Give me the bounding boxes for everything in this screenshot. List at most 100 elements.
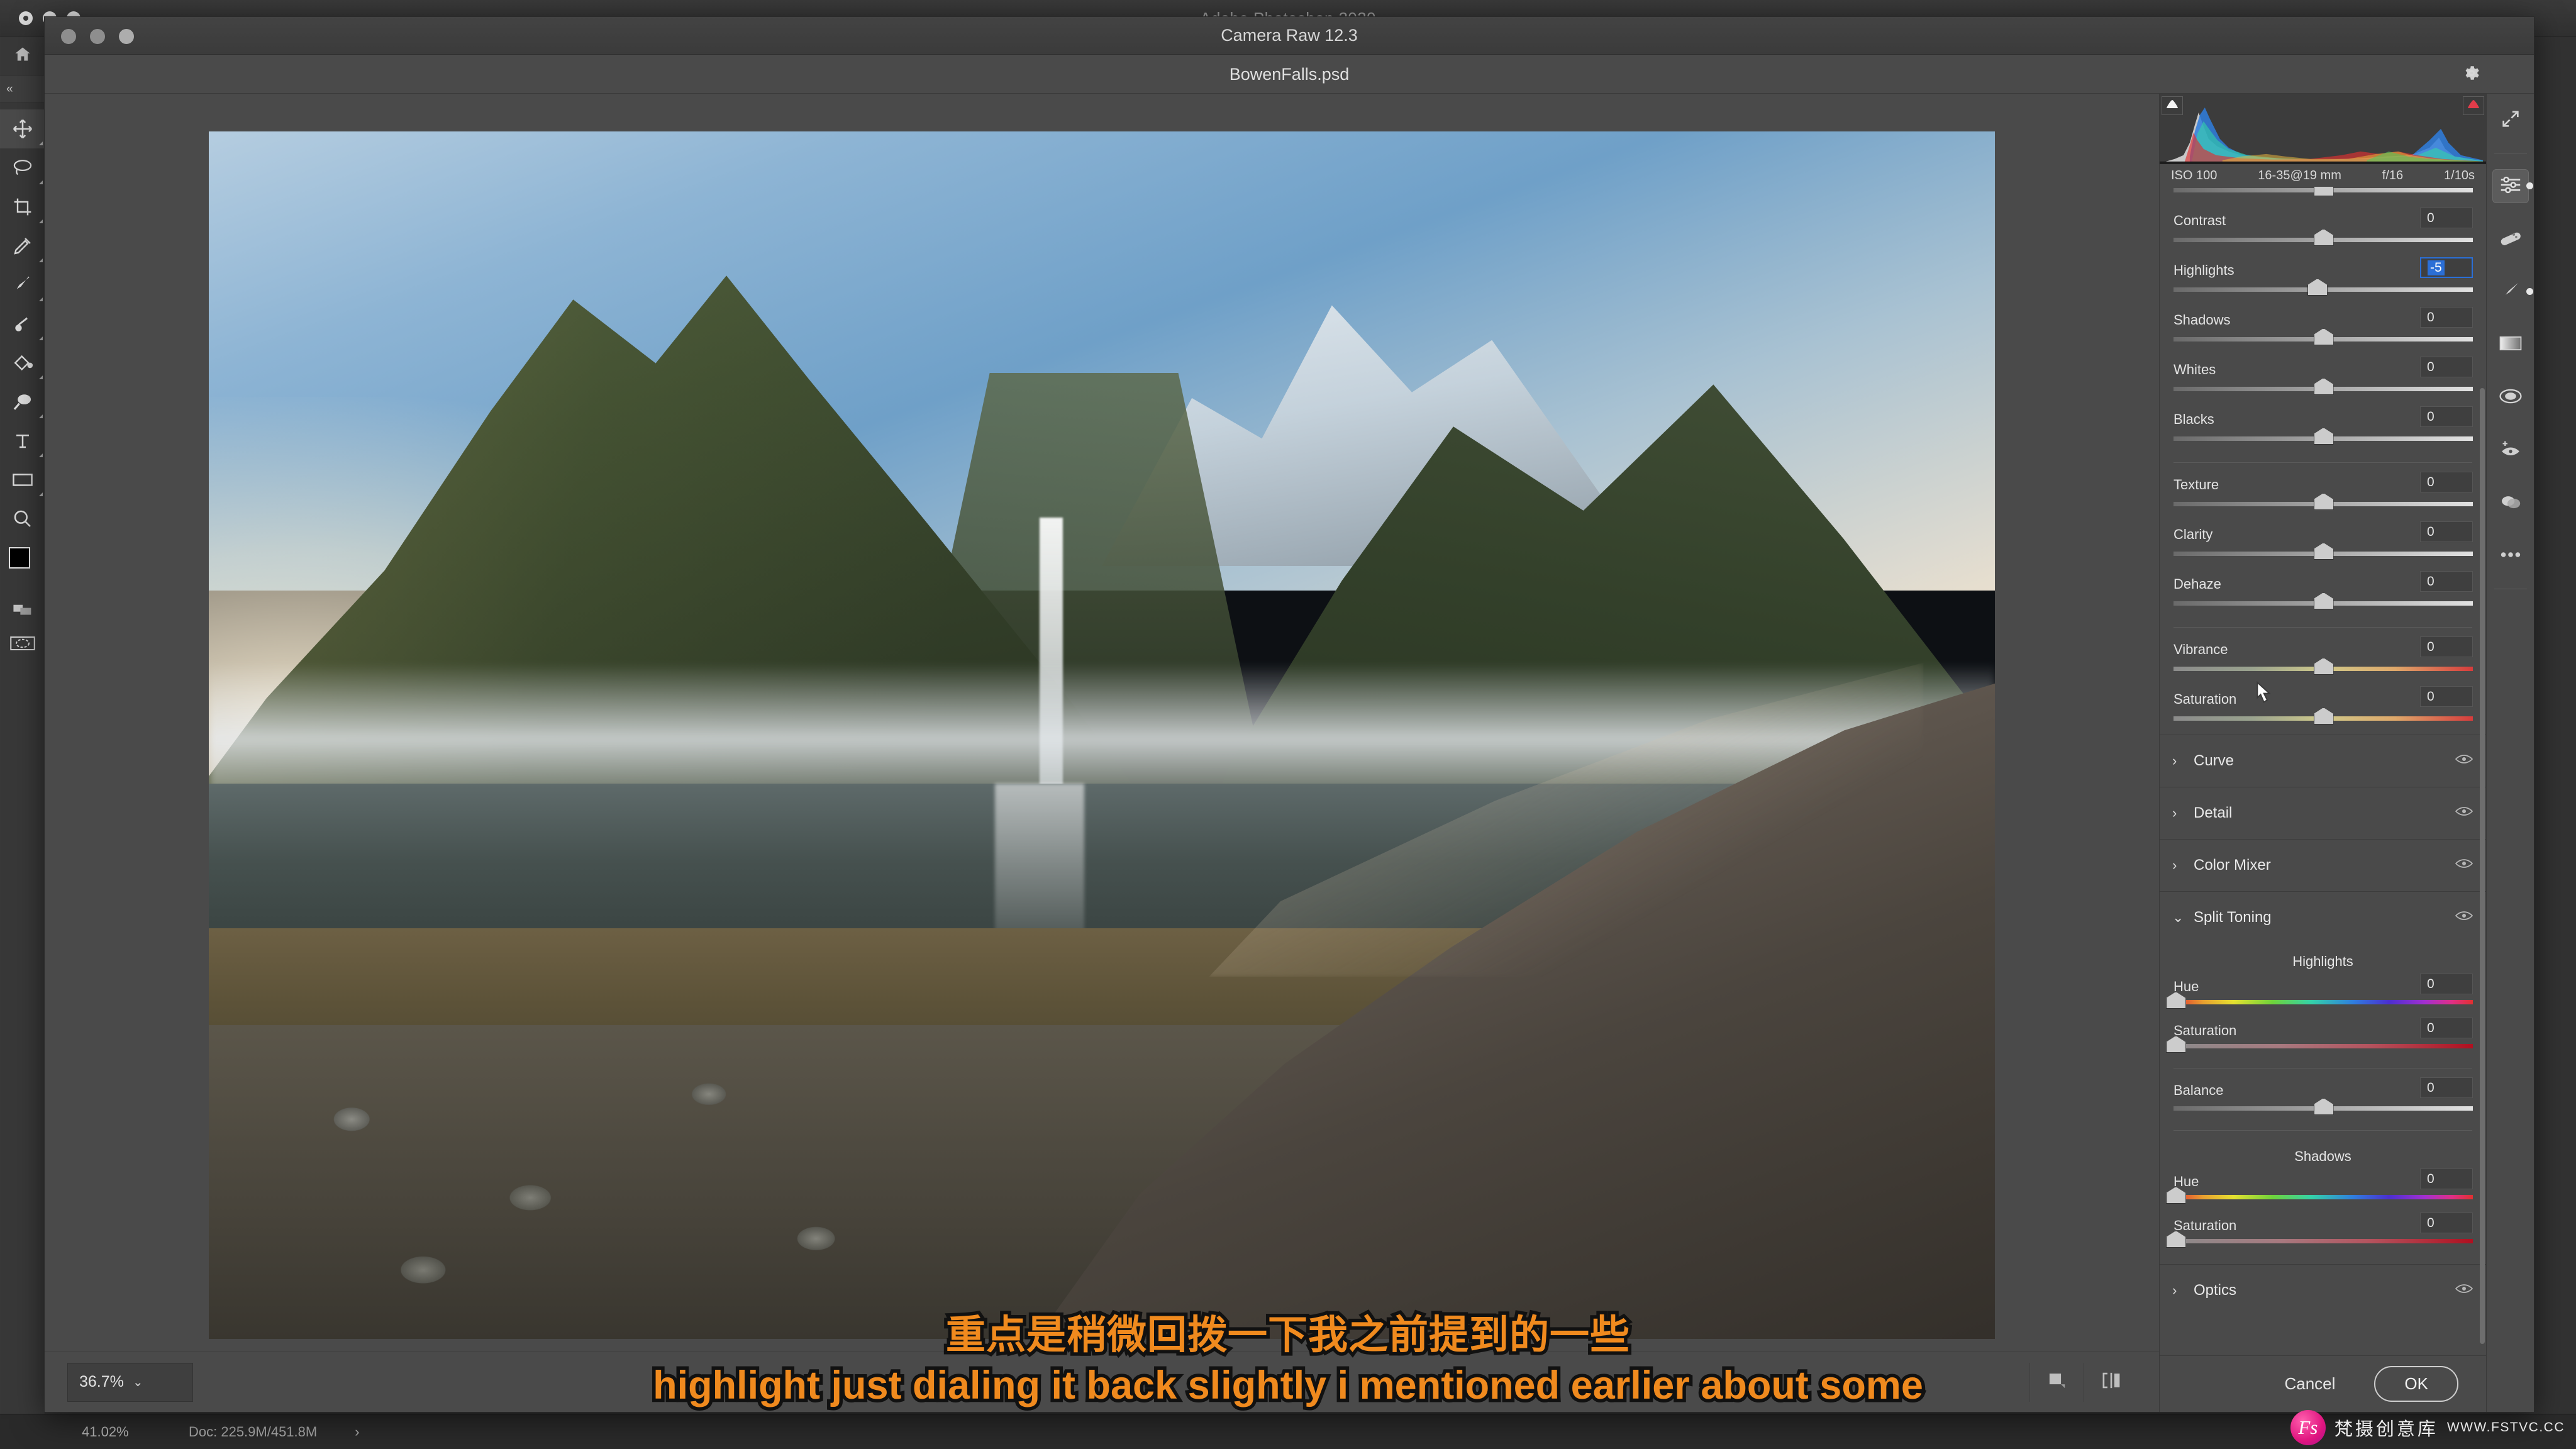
section-optics[interactable]: › Optics: [2160, 1264, 2486, 1316]
healing-brush-button[interactable]: [2487, 213, 2534, 265]
slider-contrast[interactable]: Contrast 0: [2172, 206, 2473, 256]
slider-knob[interactable]: [2314, 328, 2333, 344]
slider-knob[interactable]: [2166, 1231, 2185, 1246]
slider-dehaze[interactable]: Dehaze 0: [2172, 570, 2473, 619]
home-button[interactable]: [0, 36, 45, 75]
slider-value[interactable]: 0: [2420, 1169, 2473, 1189]
graduated-filter-button[interactable]: [2487, 318, 2534, 371]
slider-knob[interactable]: [2314, 1098, 2333, 1114]
radial-filter-button[interactable]: [2487, 371, 2534, 424]
slider-shadows-hue[interactable]: Hue 0: [2172, 1167, 2473, 1211]
slider-knob[interactable]: [2166, 992, 2185, 1008]
status-expand-arrow[interactable]: ›: [355, 1424, 359, 1440]
collapse-rail-button[interactable]: «: [0, 75, 45, 103]
slider-texture[interactable]: Texture 0: [2172, 470, 2473, 520]
slider-highlights-saturation[interactable]: Saturation 0: [2172, 1016, 2473, 1060]
eyedropper-tool[interactable]: [0, 226, 45, 265]
slider-value[interactable]: -5: [2420, 257, 2473, 278]
slider-shadows[interactable]: Shadows 0: [2172, 306, 2473, 355]
lasso-tool[interactable]: [0, 148, 45, 187]
quick-mask-button[interactable]: [0, 626, 45, 660]
slider-saturation[interactable]: Saturation 0: [2172, 685, 2473, 735]
zoom-tool[interactable]: [0, 499, 45, 538]
slider-clarity[interactable]: Clarity 0: [2172, 520, 2473, 570]
panel-scrollbar[interactable]: [2480, 388, 2485, 1344]
panel-scroll-area[interactable]: Exposure 0.00 Contrast 0 Highlig: [2160, 187, 2486, 1355]
before-after-button[interactable]: [2084, 1362, 2138, 1402]
slider-knob[interactable]: [2166, 1036, 2185, 1052]
clone-stamp-tool[interactable]: [0, 304, 45, 343]
presets-button[interactable]: [2487, 477, 2534, 530]
zoom-level-selector[interactable]: 36.7% ⌄: [67, 1362, 193, 1402]
slider-value[interactable]: 0: [2420, 1018, 2473, 1038]
expand-panel-button[interactable]: [2487, 94, 2534, 147]
preview-image[interactable]: [209, 131, 1995, 1339]
slider-value[interactable]: 0: [2420, 521, 2473, 542]
slider-shadows-saturation[interactable]: Saturation 0: [2172, 1211, 2473, 1255]
histogram[interactable]: [2160, 94, 2486, 164]
slider-knob[interactable]: [2314, 708, 2333, 723]
ok-button[interactable]: OK: [2374, 1366, 2458, 1402]
settings-gear-button[interactable]: [2462, 64, 2481, 86]
eye-icon[interactable]: [2455, 909, 2473, 926]
section-split-toning[interactable]: ⌄ Split Toning: [2160, 891, 2486, 943]
eye-icon[interactable]: [2455, 857, 2473, 874]
foreground-color-swatch[interactable]: [9, 547, 30, 569]
slider-track[interactable]: [2174, 1195, 2473, 1199]
rectangle-tool[interactable]: [0, 460, 45, 499]
slider-knob[interactable]: [2314, 378, 2333, 394]
slider-vibrance[interactable]: Vibrance 0: [2172, 635, 2473, 685]
brush-tool[interactable]: [0, 265, 45, 304]
crop-tool[interactable]: [0, 187, 45, 226]
color-swatches[interactable]: [0, 542, 45, 592]
dodge-tool[interactable]: [0, 382, 45, 421]
slider-value[interactable]: 0: [2420, 686, 2473, 707]
slider-value[interactable]: 0: [2420, 208, 2473, 228]
toggle-fullscreen-button[interactable]: [2029, 1362, 2084, 1402]
screen-mode-button[interactable]: [0, 592, 45, 626]
slider-value[interactable]: 0: [2420, 974, 2473, 994]
slider-knob[interactable]: [2314, 493, 2333, 509]
slider-track[interactable]: [2174, 1000, 2473, 1004]
section-detail[interactable]: › Detail: [2160, 787, 2486, 839]
edit-panel-button[interactable]: [2487, 160, 2534, 213]
slider-knob[interactable]: [2314, 592, 2333, 608]
more-options-button[interactable]: [2487, 530, 2534, 582]
slider-whites[interactable]: Whites 0: [2172, 355, 2473, 405]
type-tool[interactable]: [0, 421, 45, 460]
shadow-clipping-button[interactable]: [2162, 96, 2183, 115]
paint-bucket-tool[interactable]: [0, 343, 45, 382]
slider-track[interactable]: [2174, 1044, 2473, 1048]
slider-knob[interactable]: [2166, 1187, 2185, 1202]
move-tool[interactable]: [0, 109, 45, 148]
slider-knob[interactable]: [2314, 428, 2333, 443]
slider-value[interactable]: 0: [2420, 636, 2473, 657]
section-curve[interactable]: › Curve: [2160, 735, 2486, 787]
slider-balance[interactable]: Balance 0: [2172, 1076, 2473, 1123]
slider-track[interactable]: [2174, 1239, 2473, 1243]
highlight-clipping-button[interactable]: [2463, 96, 2484, 115]
slider-knob[interactable]: [2314, 543, 2333, 558]
slider-value[interactable]: 0: [2420, 406, 2473, 427]
slider-blacks[interactable]: Blacks 0: [2172, 405, 2473, 455]
slider-knob[interactable]: [2314, 229, 2333, 245]
red-eye-button[interactable]: [2487, 424, 2534, 477]
eye-icon[interactable]: [2455, 1282, 2473, 1299]
slider-knob[interactable]: [2314, 187, 2333, 195]
eye-icon[interactable]: [2455, 752, 2473, 770]
eye-icon[interactable]: [2455, 804, 2473, 822]
slider-highlights-hue[interactable]: Hue 0: [2172, 972, 2473, 1016]
cancel-button[interactable]: Cancel: [2273, 1369, 2346, 1399]
slider-value[interactable]: 0: [2420, 357, 2473, 377]
slider-knob[interactable]: [2307, 279, 2326, 294]
slider-value[interactable]: 0: [2420, 1077, 2473, 1098]
masking-brush-button[interactable]: [2487, 265, 2534, 318]
slider-exposure[interactable]: Exposure 0.00: [2172, 187, 2473, 206]
slider-value[interactable]: 0: [2420, 472, 2473, 492]
slider-value[interactable]: 0: [2420, 571, 2473, 592]
slider-highlights[interactable]: Highlights -5: [2172, 256, 2473, 306]
slider-value[interactable]: 0: [2420, 1213, 2473, 1233]
slider-knob[interactable]: [2314, 658, 2333, 674]
section-color-mixer[interactable]: › Color Mixer: [2160, 839, 2486, 891]
slider-value[interactable]: 0: [2420, 307, 2473, 328]
